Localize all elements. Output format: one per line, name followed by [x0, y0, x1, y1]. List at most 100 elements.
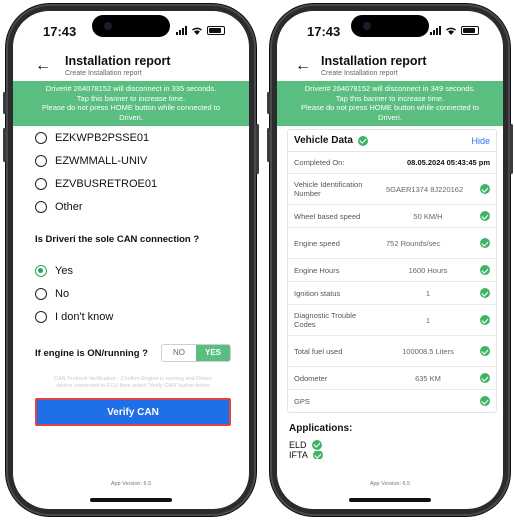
radio-circle-icon[interactable]: [35, 200, 47, 213]
data-label: Odometer: [294, 373, 328, 383]
home-indicator[interactable]: [349, 498, 431, 502]
radio-answer-yes[interactable]: Yes: [35, 259, 231, 282]
data-value: 752 Rounds/sec: [386, 238, 441, 248]
status-icons: [176, 26, 225, 35]
battery-icon: [207, 26, 225, 35]
phone-button: [267, 92, 270, 114]
data-label: GPS: [294, 396, 310, 406]
radio-circle-icon[interactable]: [35, 310, 47, 323]
arrow-left-icon[interactable]: ←: [295, 57, 311, 75]
banner-line: Driveri# 264078152 will disconnect in 33…: [45, 84, 217, 93]
check-circle-icon: [357, 135, 368, 146]
radio-option-other[interactable]: Other: [35, 195, 231, 218]
dynamic-island: [351, 15, 429, 37]
radio-label: No: [55, 287, 70, 300]
wifi-icon: [446, 27, 456, 35]
radio-option-ezwmmall-univ[interactable]: EZWMMALL-UNIV: [35, 149, 231, 172]
applications-title: Applications:: [289, 423, 353, 434]
applications-section: Applications: ELD IFTA: [287, 423, 497, 459]
camera-icon: [363, 22, 371, 30]
note-line: device connected to ECU then select 'Ver…: [56, 383, 210, 389]
app-version: App Version: 6.5: [369, 481, 411, 487]
radio-selected-icon[interactable]: [35, 264, 47, 277]
disconnect-banner[interactable]: Driveri# 264078152 will disconnect in 33…: [13, 81, 249, 126]
engine-running-question: If engine is ON/running ?: [35, 347, 148, 359]
toggle-yes-button[interactable]: YES: [196, 345, 230, 361]
arrow-left-icon[interactable]: ←: [35, 57, 51, 75]
status-time: 17:43: [307, 24, 341, 39]
check-circle-icon: [480, 184, 490, 194]
disconnect-banner[interactable]: Driveri# 264078152 will disconnect in 34…: [277, 81, 503, 126]
radio-circle-icon[interactable]: [35, 287, 47, 300]
phone-button: [267, 128, 270, 162]
data-row-fuel: Total fuel used 100008.5 Liters: [288, 336, 496, 367]
data-row-vin: Vehicle Identification Number 5GAER1374 …: [288, 174, 496, 205]
check-circle-icon: [480, 288, 490, 298]
page-title: Installation report: [321, 54, 427, 68]
signal-icon: [430, 26, 441, 35]
app-item-eld: ELD: [289, 438, 497, 451]
radio-option-ezvbusretroe01[interactable]: EZVBUSRETROE01: [35, 172, 231, 195]
toggle-no-button[interactable]: NO: [162, 345, 196, 361]
vehicle-content: Vehicle Data Hide Completed On: 08.05.20…: [277, 129, 503, 459]
data-value: 1: [425, 315, 431, 325]
phone-left: 17:43 ← Installation report Create Insta…: [3, 4, 259, 516]
phone-right: 17:43 ← Installation report Create Insta…: [267, 4, 513, 516]
check-circle-icon: [480, 211, 490, 221]
data-value: 100008.5 Liters: [402, 346, 454, 356]
banner-line: Please do not press HOME button while co…: [41, 103, 221, 112]
status-bar: 17:43: [277, 11, 503, 51]
sole-can-question: Is Driveri the sole CAN connection ?: [35, 234, 200, 245]
battery-icon: [461, 26, 479, 35]
radio-label: I don't know: [55, 310, 114, 323]
data-label: Total fuel used: [294, 346, 343, 356]
screen-left: 17:43 ← Installation report Create Insta…: [13, 11, 249, 509]
data-label: Completed On:: [294, 158, 345, 167]
data-value: 5GAER1374 8J220162: [386, 184, 464, 194]
radio-circle-icon[interactable]: [35, 154, 47, 167]
page-header: ← Installation report Create Installatio…: [13, 51, 249, 81]
phone-button: [3, 128, 6, 162]
data-label: Engine Hours: [294, 265, 340, 275]
page-subtitle: Create Installation report: [65, 70, 142, 77]
radio-circle-icon[interactable]: [35, 131, 47, 144]
engine-running-row: If engine is ON/running ? NO YES: [35, 344, 231, 362]
banner-line: Tap this banner to increase time.: [335, 93, 445, 103]
check-circle-icon: [480, 265, 490, 275]
engine-running-toggle[interactable]: NO YES: [161, 344, 231, 362]
banner-line: Driveri# 264078152 will disconnect in 34…: [304, 84, 476, 93]
page-subtitle: Create Installation report: [321, 70, 398, 77]
can-verification-note: CAN Protocol Verification - Confirm Engi…: [35, 376, 231, 390]
page-title: Installation report: [65, 54, 171, 68]
data-value: 635 KM: [415, 373, 441, 383]
radio-circle-icon[interactable]: [35, 177, 47, 190]
radio-answer-no[interactable]: No: [35, 282, 231, 305]
data-value: 1600 Hours: [408, 265, 448, 275]
vehicle-data-card: Vehicle Data Hide Completed On: 08.05.20…: [287, 129, 497, 413]
data-value: 08.05.2024 05:43:45 pm: [407, 158, 490, 167]
data-row-odometer: Odometer 635 KM: [288, 367, 496, 390]
check-circle-icon: [480, 238, 490, 248]
data-label: Ignition status: [294, 288, 341, 298]
banner-line: Driveri.: [378, 112, 402, 122]
app-label: ELD: [289, 439, 307, 450]
screen-right: 17:43 ← Installation report Create Insta…: [277, 11, 503, 509]
verify-can-button[interactable]: Verify CAN: [35, 398, 231, 426]
radio-label: EZWMMALL-UNIV: [55, 154, 148, 167]
hide-link[interactable]: Hide: [471, 136, 490, 146]
radio-option-ezkwpb2psse01[interactable]: EZKWPB2PSSE01: [35, 126, 231, 149]
data-row-ignition: Ignition status 1: [288, 282, 496, 305]
banner-line: Please do not press HOME button while co…: [300, 103, 480, 112]
check-circle-icon: [312, 451, 323, 459]
data-value: 50 KM/H: [413, 211, 443, 221]
radio-label: EZVBUSRETROE01: [55, 177, 158, 190]
data-label: Wheel based speed: [294, 211, 361, 221]
check-circle-icon: [480, 315, 490, 325]
data-label: Vehicle Identification Number: [294, 180, 363, 198]
phone-button: [256, 124, 259, 174]
wifi-icon: [192, 27, 202, 35]
radio-answer-dont-know[interactable]: I don't know: [35, 305, 231, 328]
data-label: Diagnostic Trouble Codes: [294, 311, 357, 329]
home-indicator[interactable]: [90, 498, 172, 502]
app-item-ifta: IFTA: [289, 451, 497, 459]
